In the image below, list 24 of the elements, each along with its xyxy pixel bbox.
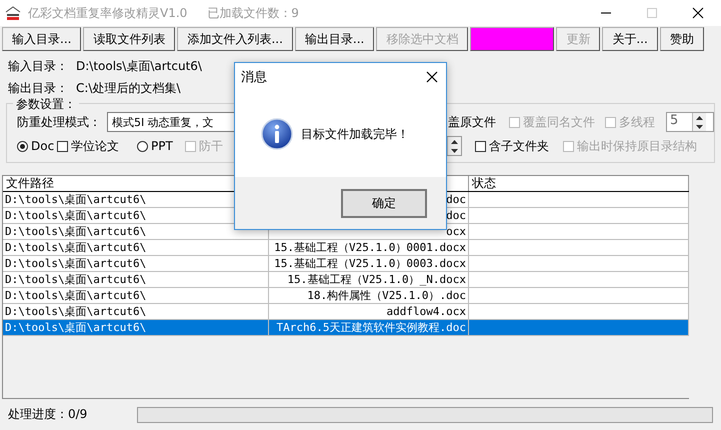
table-cell: TArch6.5天正建筑软件实例教程.doc (269, 320, 469, 335)
table-cell: 18.构件属性（V25.1.0）.doc (269, 288, 469, 303)
option-label: 盖原文件 (448, 114, 497, 130)
table-cell: D:\tools\桌面\artcut6\ (3, 272, 269, 287)
progress-label: 处理进度：0/9 (8, 406, 88, 423)
table-cell: D:\tools\桌面\artcut6\ (3, 304, 269, 319)
window-title: 亿彩文档重复率修改精灵V1.0 (28, 4, 188, 22)
table-cell: addflow4.ocx (269, 304, 469, 319)
path-value: D:\tools\桌面\artcut6\ (76, 58, 202, 74)
table-cell: D:\tools\桌面\artcut6\ (3, 256, 269, 271)
table-cell: D:\tools\桌面\artcut6\ (3, 288, 269, 303)
loaded-count: 已加载文件数：9 (207, 4, 299, 22)
dialog-title: 消息 (241, 69, 267, 86)
table-cell: 15.基础工程（V25.1.0）0001.docx (269, 240, 469, 255)
group-title: 参数设置： (13, 96, 79, 113)
dialog-message: 目标文件加载完毕！ (301, 126, 409, 142)
table-cell: 15.基础工程（V25.1.0）0003.docx (269, 256, 469, 271)
mode-label: 防重处理模式： (17, 114, 101, 130)
path-label: 输出目录： (8, 80, 68, 96)
table-cell: D:\tools\桌面\artcut6\ (3, 320, 269, 335)
table-cell: 15.基础工程（V25.1.0）_N.docx (269, 272, 469, 287)
path-value: C:\处理后的文档集\ (76, 80, 181, 96)
table-cell: D:\tools\桌面\artcut6\ (3, 240, 269, 255)
path-label: 输入目录： (8, 58, 68, 74)
